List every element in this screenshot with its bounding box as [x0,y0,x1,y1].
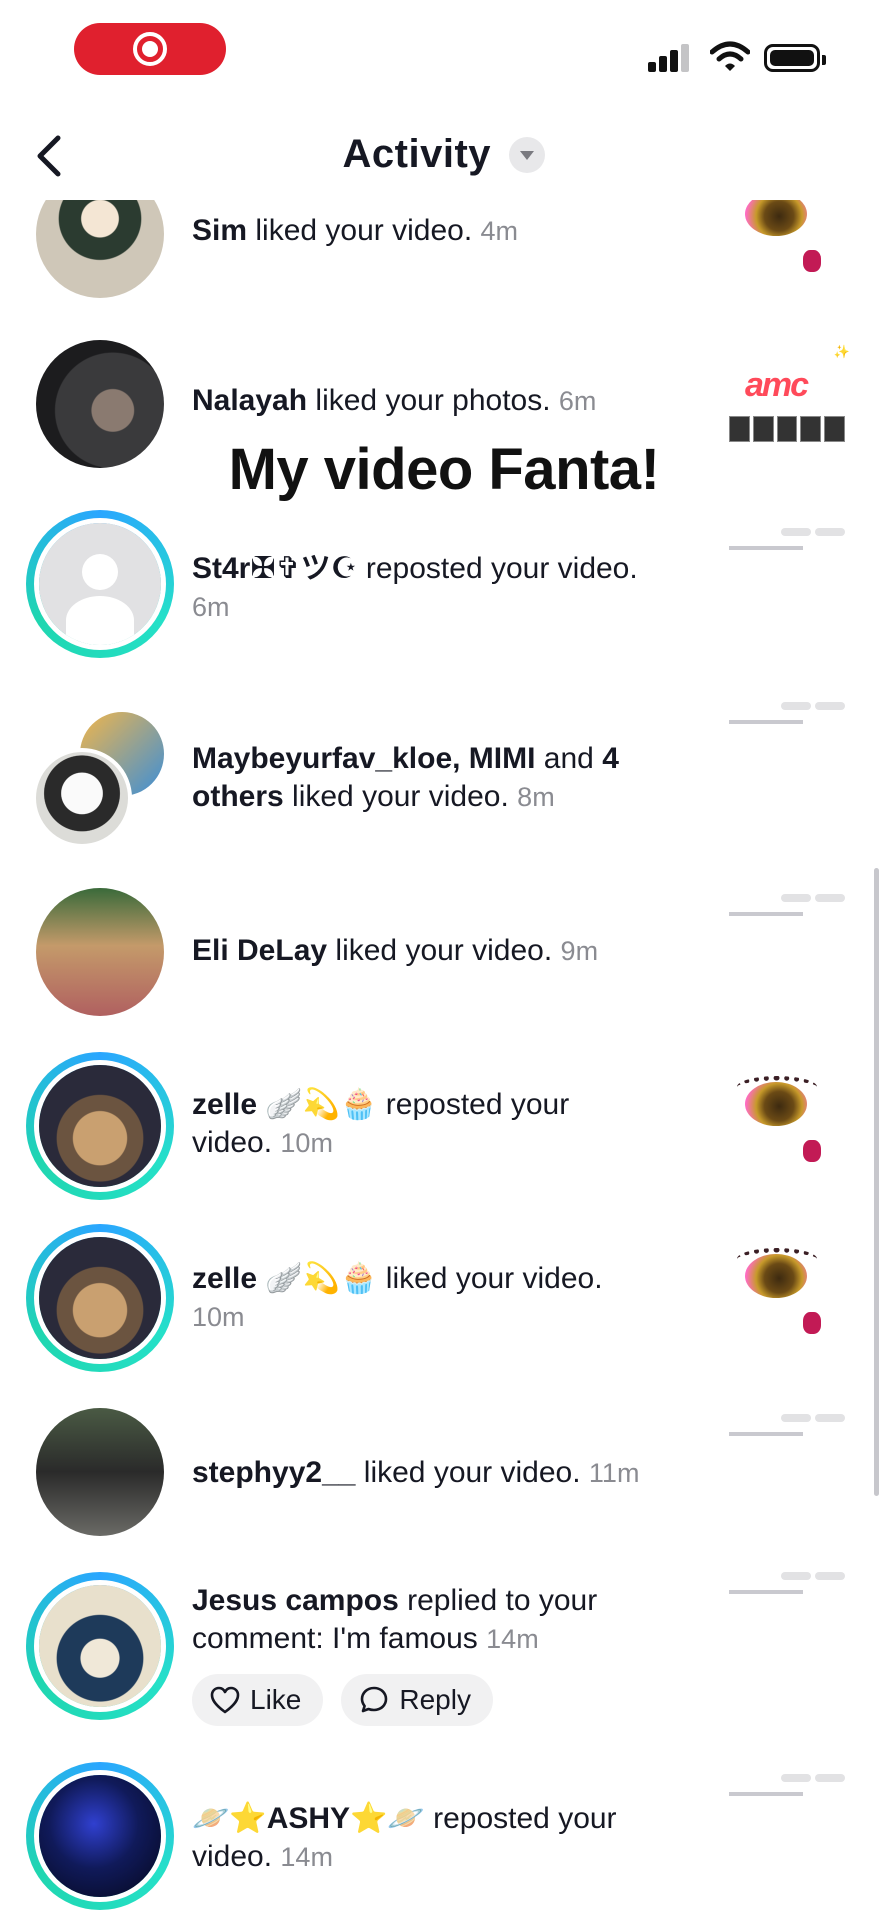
speech-bubble-icon [361,1686,388,1713]
username[interactable]: zelle 🪽💫🧁 [192,1088,377,1121]
title-dropdown[interactable]: Activity [0,132,888,177]
photo-thumbnail[interactable]: Our movie place! ✨ amc [723,340,851,468]
activity-header: Activity [0,110,888,202]
wifi-icon [710,41,750,71]
activity-time: 6m [192,592,230,622]
avatar-story-ring[interactable] [26,1762,174,1910]
heart-outline-icon [210,1686,240,1714]
avatar-primary[interactable] [32,748,132,848]
avatar-story-ring[interactable] [26,1572,174,1720]
video-thumbnail[interactable] [723,1234,851,1362]
battery-icon [764,44,826,72]
thumbnail-caption: Our movie place! ✨ [724,344,850,359]
activity-text: stephyy2__ liked your video. 11m [192,1454,712,1492]
username[interactable]: Jesus campos [192,1584,399,1617]
avatar-story-ring[interactable] [26,510,174,658]
thumbnail-logo-text: amc [745,366,809,404]
activity-row[interactable]: Nalayah liked your photos. 6m Our movie … [0,340,888,500]
avatar[interactable] [36,340,164,468]
video-thumbnail[interactable]: Buddy explain? [723,524,851,652]
reply-comment-button[interactable]: Reply [341,1674,493,1726]
thumbnail-caption: Buddy explain? [757,1636,826,1647]
activity-row[interactable]: Jesus campos replied to your comment: I'… [0,1572,888,1762]
video-thumbnail[interactable]: Buddy explain? [723,890,851,1018]
activity-row[interactable]: Eli DeLay liked your video. 9m Buddy exp… [0,888,888,1018]
username[interactable]: Nalayah [192,384,307,417]
reply-label: Reply [399,1684,471,1715]
username[interactable]: Sim [192,214,247,247]
activity-time: 8m [517,782,555,812]
activity-row[interactable]: zelle 🪽💫🧁 liked your video. 10m [0,1224,888,1374]
activity-time: 14m [486,1624,539,1654]
thumbnail-caption: Buddy explain? [757,592,826,603]
activity-row[interactable]: 🪐⭐ASHY⭐🪐 reposted your video. 14m Buddy … [0,1762,888,1920]
page-title: Activity [342,132,492,176]
activity-action: liked your video. [363,1456,581,1489]
activity-time: 4m [480,216,519,246]
video-thumbnail[interactable]: Buddy explain? [723,1770,851,1898]
activity-text: Jesus campos replied to your comment: I'… [192,1582,692,1658]
cellular-signal-icon [648,42,692,72]
activity-action: liked your video. [335,934,553,967]
video-thumbnail[interactable]: Buddy explain? [723,698,851,826]
thumbnail-caption: Buddy explain? [757,766,826,777]
activity-joiner: and [543,742,594,775]
activity-row[interactable]: St4r✠✞ツ☪ reposted your video. 6m Buddy e… [0,510,888,670]
activity-list: Sim liked your video. 4m Nalayah liked y… [0,200,888,1920]
activity-row[interactable]: Maybeyurfav_kloe, MIMI and 4 others like… [0,702,888,848]
scrollbar[interactable] [874,868,879,1496]
video-thumbnail[interactable]: Buddy explain? [723,1568,851,1696]
username[interactable]: 🪐⭐ASHY⭐🪐 [192,1802,425,1835]
like-comment-button[interactable]: Like [192,1674,324,1726]
activity-row[interactable]: zelle 🪽💫🧁 reposted your video. 10m [0,1052,888,1202]
activity-text: 🪐⭐ASHY⭐🪐 reposted your video. 14m [192,1800,692,1876]
activity-time: 10m [192,1302,245,1332]
activity-text: Nalayah liked your photos. 6m [192,382,692,420]
dropdown-caret-icon [509,136,546,173]
thumbnail-caption: Buddy explain? [757,1838,826,1849]
activity-time: 14m [280,1842,333,1872]
record-dot-icon [142,41,158,57]
avatar-story-ring[interactable] [26,1052,174,1200]
activity-time: 6m [558,386,597,416]
username[interactable]: Maybeyurfav_kloe, MIMI [192,742,535,775]
activity-action: liked your video. [255,214,473,247]
activity-text: Eli DeLay liked your video. 9m [192,932,692,970]
video-thumbnail[interactable] [723,1062,851,1190]
avatar[interactable] [36,888,164,1016]
activity-text: zelle 🪽💫🧁 reposted your video. 10m [192,1086,652,1162]
username[interactable]: Eli DeLay [192,934,327,967]
activity-action: liked your photos. [315,384,551,417]
activity-text: Sim liked your video. 4m [192,212,692,250]
like-label: Like [250,1684,302,1715]
activity-time: 11m [588,1458,640,1488]
thumbnail-caption: Buddy explain? [757,1478,826,1489]
activity-time: 10m [280,1128,333,1158]
activity-row[interactable]: stephyy2__ liked your video. 11m Buddy e… [0,1408,888,1538]
username[interactable]: zelle 🪽💫🧁 [192,1262,377,1295]
thumbnail-caption: Buddy explain? [757,958,826,969]
activity-row[interactable]: Sim liked your video. 4m [0,200,888,330]
screen-recording-indicator[interactable] [74,23,226,75]
activity-text: zelle 🪽💫🧁 liked your video. 10m [192,1260,692,1336]
comment-actions: Like Reply [192,1674,493,1726]
activity-action: reposted your video. [365,552,638,585]
activity-action: liked your video. [385,1262,603,1295]
activity-text: St4r✠✞ツ☪ reposted your video. 6m [192,550,712,626]
video-thumbnail[interactable]: Buddy explain? [723,1410,851,1538]
activity-time: 9m [560,936,599,966]
activity-action: liked your video. [292,780,509,813]
avatar-story-ring[interactable] [26,1224,174,1372]
username[interactable]: stephyy2__ [192,1456,355,1489]
avatar[interactable] [36,200,164,298]
status-bar [0,0,888,100]
activity-text: Maybeyurfav_kloe, MIMI and 4 others like… [192,740,692,816]
username[interactable]: St4r✠✞ツ☪ [192,552,358,585]
avatar[interactable] [36,1408,164,1536]
video-thumbnail[interactable] [723,200,851,300]
